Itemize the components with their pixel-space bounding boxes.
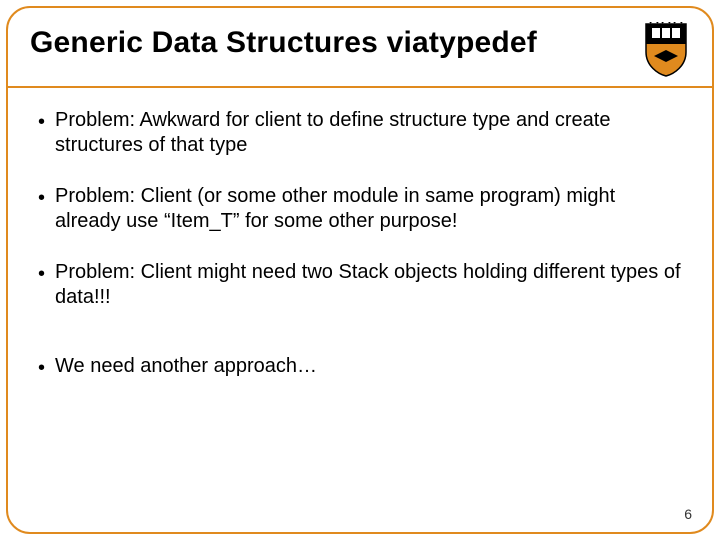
princeton-shield-icon	[644, 22, 688, 78]
bullet-dot-icon: •	[38, 186, 45, 211]
bullet-dot-icon: •	[38, 356, 45, 381]
bullet-dot-icon: •	[38, 110, 45, 135]
bullet-item: • Problem: Client (or some other module …	[38, 184, 682, 234]
slide-frame: Generic Data Structures viatypedef • Pro…	[6, 6, 714, 534]
bullet-item: • We need another approach…	[38, 354, 682, 381]
bullet-text: We need another approach…	[55, 354, 682, 379]
bullet-item: • Problem: Client might need two Stack o…	[38, 260, 682, 310]
bullet-item: • Problem: Awkward for client to define …	[38, 108, 682, 158]
bullet-dot-icon: •	[38, 262, 45, 287]
page-number: 6	[684, 506, 692, 522]
bullet-text: Problem: Client might need two Stack obj…	[55, 260, 682, 310]
slide-title: Generic Data Structures viatypedef	[30, 26, 690, 60]
title-divider	[8, 86, 712, 88]
title-area: Generic Data Structures viatypedef	[8, 8, 712, 70]
bullet-text: Problem: Client (or some other module in…	[55, 184, 682, 234]
bullet-text: Problem: Awkward for client to define st…	[55, 108, 682, 158]
content-area: • Problem: Awkward for client to define …	[38, 108, 682, 492]
